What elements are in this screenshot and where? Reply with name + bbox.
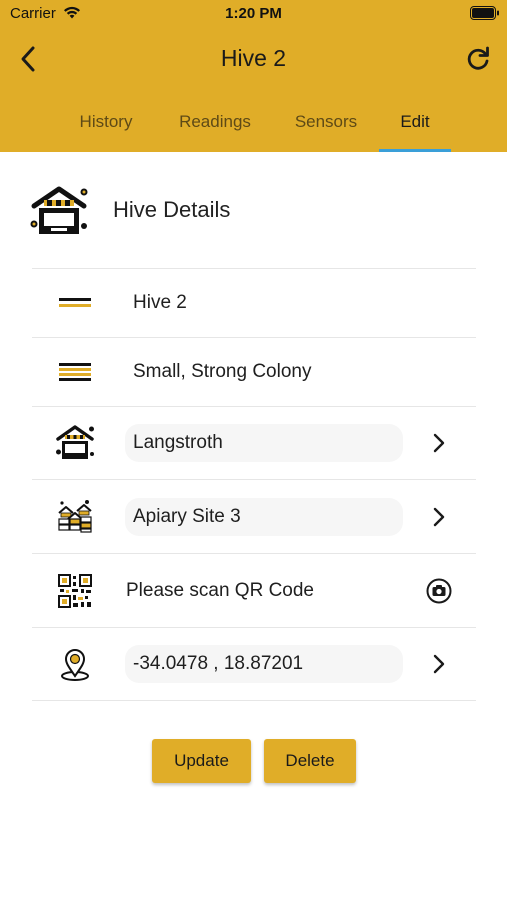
apiary-icon: [58, 500, 92, 533]
tab-readings[interactable]: Readings: [170, 104, 260, 152]
divider: [32, 627, 476, 628]
divider: [32, 700, 476, 701]
tab-edit[interactable]: Edit: [379, 104, 451, 152]
qr-code-icon: [58, 574, 92, 608]
page-title: Hive 2: [220, 45, 287, 71]
hive-box-icon: [56, 425, 94, 459]
apiary-selector[interactable]: Apiary Site 3: [125, 498, 403, 536]
location-value: -34.0478 , 18.87201: [133, 653, 304, 674]
chevron-right-icon[interactable]: [428, 651, 450, 677]
divider: [32, 268, 476, 269]
tab-sensors[interactable]: Sensors: [284, 104, 368, 152]
update-button[interactable]: Update: [152, 739, 251, 783]
location-selector[interactable]: -34.0478 , 18.87201: [125, 645, 403, 683]
qr-code-prompt: Please scan QR Code: [126, 580, 314, 601]
refresh-icon[interactable]: [464, 45, 492, 73]
hive-type-selector[interactable]: Langstroth: [125, 424, 403, 462]
divider: [32, 479, 476, 480]
clock: 1:20 PM: [225, 5, 282, 22]
hive-name-field[interactable]: Hive 2: [133, 292, 187, 314]
battery-icon: [470, 6, 499, 20]
location-pin-icon: [61, 649, 89, 681]
single-line-icon: [59, 298, 91, 307]
chevron-right-icon[interactable]: [428, 504, 450, 530]
tab-history[interactable]: History: [66, 104, 146, 152]
apiary-value: Apiary Site 3: [133, 506, 241, 527]
app-header: Carrier 1:20 PM Hive 2 History Readings …: [0, 0, 507, 152]
hive-description-field[interactable]: Small, Strong Colony: [133, 361, 311, 383]
divider: [32, 553, 476, 554]
hive-type-value: Langstroth: [133, 432, 223, 453]
stacked-lines-icon: [59, 363, 91, 381]
active-tab-indicator: [379, 149, 451, 152]
section-title: Hive Details: [113, 197, 231, 222]
divider: [32, 406, 476, 407]
camera-icon[interactable]: [426, 578, 452, 604]
status-bar: Carrier 1:20 PM: [0, 0, 507, 28]
hive-box-icon: [30, 186, 88, 234]
divider: [32, 337, 476, 338]
chevron-right-icon[interactable]: [428, 430, 450, 456]
tab-bar: History Readings Sensors Edit: [0, 104, 507, 152]
delete-button[interactable]: Delete: [264, 739, 356, 783]
